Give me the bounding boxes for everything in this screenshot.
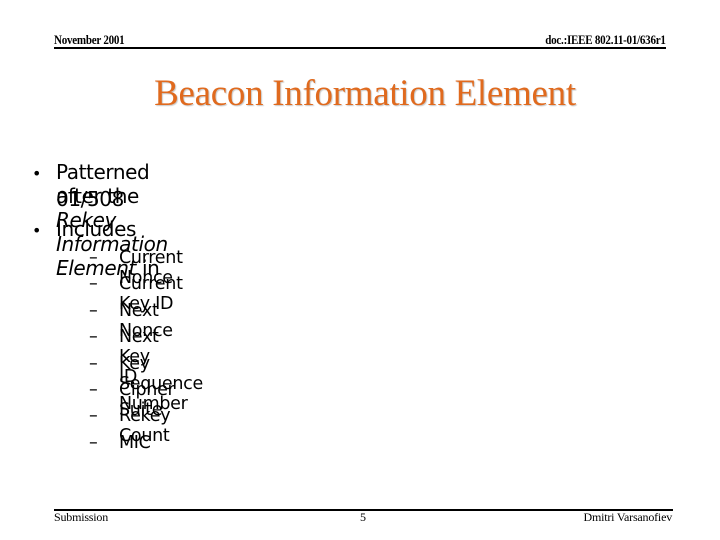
footer-page-number: 5: [360, 510, 366, 524]
bullet-marker: •: [32, 164, 42, 183]
sub-bullet-marker: –: [89, 300, 98, 321]
bullet-continuation: 01/508: [56, 187, 124, 211]
sub-bullet-marker: –: [89, 380, 98, 400]
bullet-marker: •: [32, 221, 42, 240]
sub-bullet-marker: –: [89, 327, 98, 348]
sub-bullet-marker: –: [89, 432, 98, 453]
sub-bullet-marker: –: [89, 274, 98, 295]
header-rule: [54, 47, 666, 49]
sub-bullet-marker: –: [89, 406, 98, 427]
footer-author: Dmitri Varsanofiev: [583, 510, 673, 524]
bullet-includes: Includes: [56, 217, 137, 241]
sub-bullet-item: MIC: [119, 432, 151, 453]
header-doc-id: doc.:IEEE 802.11-01/636r1: [545, 32, 667, 47]
sub-bullet-marker: –: [89, 353, 98, 374]
footer-submission: Submission: [54, 510, 109, 524]
sub-bullet-marker: –: [89, 248, 98, 268]
header-date: November 2001: [54, 32, 125, 47]
slide-title: Beacon Information Element: [154, 73, 576, 114]
